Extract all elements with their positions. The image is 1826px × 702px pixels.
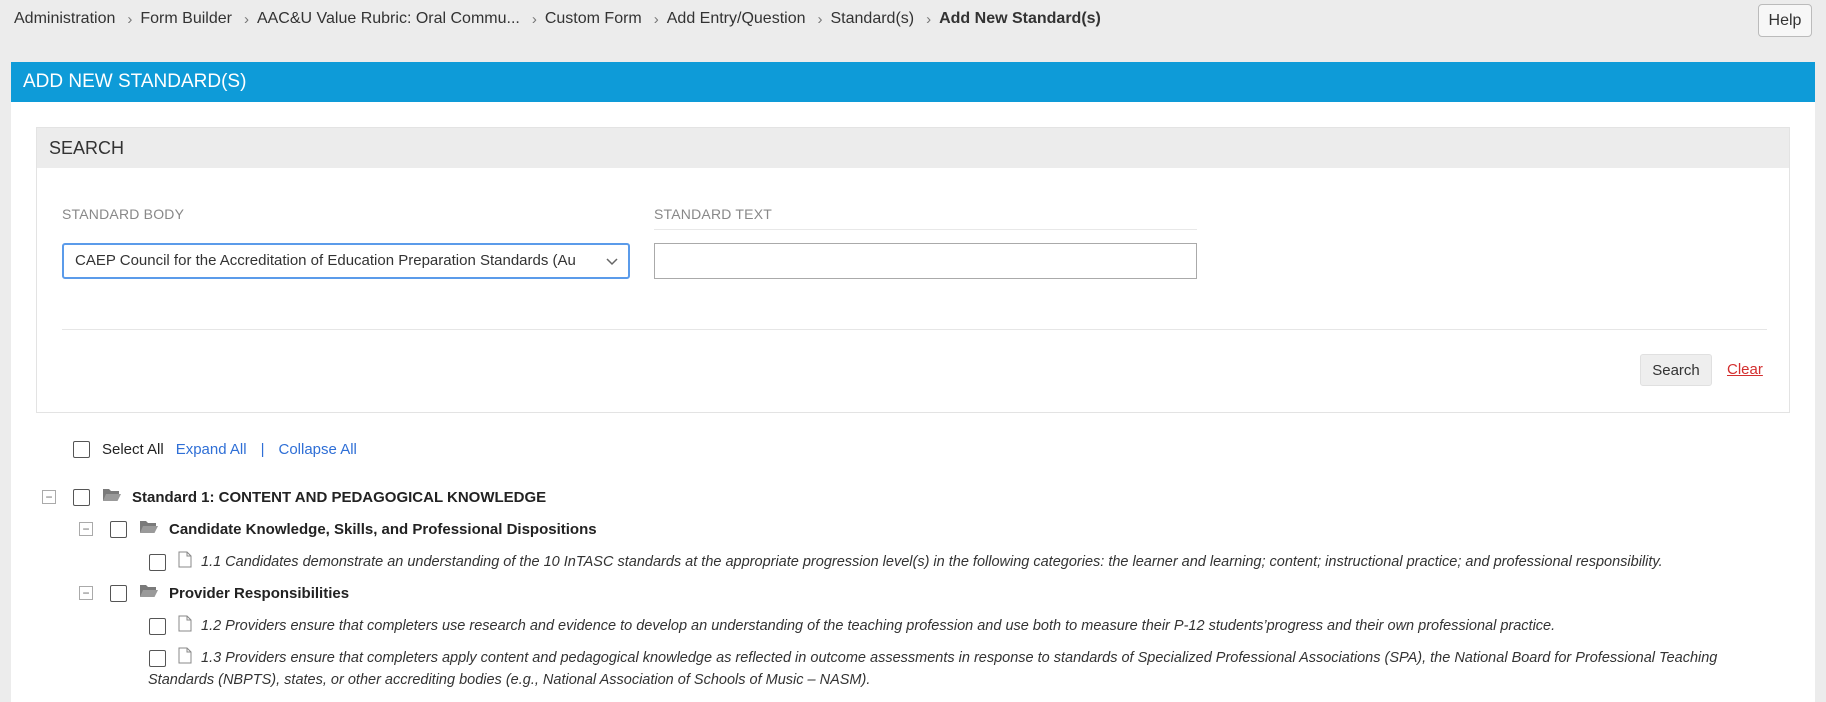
item1-2-label: 1.2 Providers ensure that completers use… xyxy=(201,618,1556,634)
panel-title: ADD NEW STANDARD(S) xyxy=(11,62,1815,102)
search-button[interactable]: Search xyxy=(1640,354,1712,386)
standard1-label: Standard 1: CONTENT AND PEDAGOGICAL KNOW… xyxy=(132,488,547,506)
item1-3-checkbox[interactable] xyxy=(149,649,166,667)
document-icon xyxy=(178,551,192,573)
chevron-right-icon: › xyxy=(653,10,659,28)
expand-all-link[interactable]: Expand All xyxy=(176,441,247,458)
group1-label: Candidate Knowledge, Skills, and Profess… xyxy=(169,520,597,538)
document-icon xyxy=(178,647,192,669)
item1-3-label: 1.3 Providers ensure that completers app… xyxy=(201,650,1718,666)
clear-link[interactable]: Clear xyxy=(1727,361,1763,378)
breadcrumb-custom-form[interactable]: Custom Form xyxy=(545,10,642,28)
chevron-down-icon xyxy=(606,245,618,277)
help-button[interactable]: Help xyxy=(1758,4,1812,37)
breadcrumb: Administration › Form Builder › AAC&U Va… xyxy=(14,10,1101,28)
breadcrumb-rubric[interactable]: AAC&U Value Rubric: Oral Commu... xyxy=(257,10,520,28)
tree-toolbar: Select All Expand All | Collapse All xyxy=(73,441,357,458)
group2-label: Provider Responsibilities xyxy=(169,584,350,602)
minus-square-icon[interactable]: − xyxy=(42,490,56,504)
standard-text-input[interactable] xyxy=(654,243,1197,279)
breadcrumb-form-builder[interactable]: Form Builder xyxy=(140,10,232,28)
item1-1-checkbox[interactable] xyxy=(149,553,166,571)
search-section: SEARCH STANDARD BODY STANDARD TEXT CAEP … xyxy=(36,127,1790,413)
panel-body: SEARCH STANDARD BODY STANDARD TEXT CAEP … xyxy=(11,102,1815,702)
folder-open-icon xyxy=(139,519,159,539)
item1-1-label: 1.1 Candidates demonstrate an understand… xyxy=(201,554,1663,570)
document-icon xyxy=(178,615,192,637)
breadcrumb-current: Add New Standard(s) xyxy=(939,10,1101,27)
select-all-checkbox[interactable] xyxy=(73,441,90,458)
group1-checkbox[interactable] xyxy=(110,520,127,538)
group2-checkbox[interactable] xyxy=(110,584,127,602)
standard-body-select[interactable]: CAEP Council for the Accreditation of Ed… xyxy=(62,243,630,279)
standard-text-label: STANDARD TEXT xyxy=(654,206,1197,230)
chevron-right-icon: › xyxy=(127,10,133,28)
item1-2-checkbox[interactable] xyxy=(149,617,166,635)
collapse-all-link[interactable]: Collapse All xyxy=(279,441,357,458)
select-all-label: Select All xyxy=(102,441,164,458)
tree-node-group2: − Provider Responsibilities xyxy=(79,583,349,603)
tree-node-item1-1: 1.1 Candidates demonstrate an understand… xyxy=(149,551,1663,573)
chevron-right-icon: › xyxy=(926,10,932,28)
breadcrumb-administration[interactable]: Administration xyxy=(14,10,115,28)
tree-node-standard1: − Standard 1: CONTENT AND PEDAGOGICAL KN… xyxy=(42,487,546,507)
chevron-right-icon: › xyxy=(243,10,249,28)
chevron-right-icon: › xyxy=(531,10,537,28)
item1-3-label-continued: Standards (NBPTS), states, or other accr… xyxy=(148,672,871,688)
minus-square-icon[interactable]: − xyxy=(79,586,93,600)
toolbar-separator: | xyxy=(260,441,265,458)
tree-node-item1-3: 1.3 Providers ensure that completers app… xyxy=(149,647,1717,669)
folder-open-icon xyxy=(139,583,159,603)
divider xyxy=(62,329,1767,330)
tree-node-item1-2: 1.2 Providers ensure that completers use… xyxy=(149,615,1555,637)
tree-node-group1: − Candidate Knowledge, Skills, and Profe… xyxy=(79,519,597,539)
folder-open-icon xyxy=(102,487,122,507)
standard1-checkbox[interactable] xyxy=(73,488,90,506)
standard-body-value: CAEP Council for the Accreditation of Ed… xyxy=(75,252,576,269)
search-header: SEARCH xyxy=(37,128,1789,168)
breadcrumb-standards[interactable]: Standard(s) xyxy=(831,10,915,28)
breadcrumb-add-entry[interactable]: Add Entry/Question xyxy=(667,10,806,28)
standard-body-label: STANDARD BODY xyxy=(62,206,185,222)
chevron-right-icon: › xyxy=(817,10,823,28)
minus-square-icon[interactable]: − xyxy=(79,522,93,536)
